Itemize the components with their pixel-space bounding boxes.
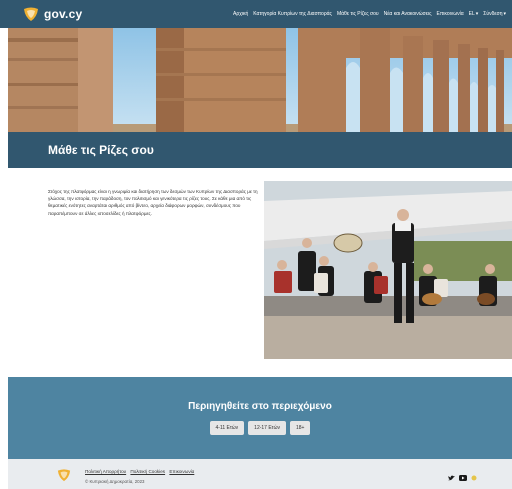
page-title: Μάθε τις Ρίζες σου (48, 143, 154, 157)
footer-link-privacy[interactable]: Πολιτική Απορρήτου (85, 469, 126, 474)
footer-link-cookies[interactable]: Πολιτική Cookies (130, 469, 165, 474)
site-footer: Πολιτική Απορρήτου Πολιτική Cookies Επικ… (8, 459, 512, 489)
folk-dance-photo (264, 181, 512, 359)
explore-heading: Περιηγηθείτε στο περιεχόμενο (188, 401, 332, 412)
page-title-band: Μάθε τις Ρίζες σου (8, 132, 512, 168)
site-logo-link[interactable]: gov.cy (22, 6, 82, 22)
cyprus-emblem-icon (57, 469, 71, 482)
chevron-down-icon: ▾ (503, 11, 506, 17)
language-selector[interactable]: EL▾ (469, 11, 479, 17)
login-link[interactable]: Σύνδεση▾ (483, 11, 506, 17)
explore-content-section: Περιηγηθείτε στο περιεχόμενο 4-11 Ετών 1… (8, 377, 512, 459)
footer-links: Πολιτική Απορρήτου Πολιτική Cookies Επικ… (85, 469, 197, 474)
chevron-down-icon: ▾ (475, 11, 479, 17)
login-label: Σύνδεση (483, 11, 503, 17)
footer-link-contact[interactable]: Επικοινωνία (169, 469, 194, 474)
cyprus-emblem-icon (24, 7, 38, 21)
age-18-plus-button[interactable]: 18+ (290, 421, 311, 435)
brand-name: gov.cy (44, 7, 83, 21)
nav-item-news[interactable]: Νέα και Ανακοινώσεις (384, 11, 432, 17)
social-links (448, 468, 481, 486)
age-group-buttons: 4-11 Ετών 12-17 Ετών 18+ (8, 421, 512, 435)
main-menu: Αρχική Κατηγορία Κυπρίων της Διασποράς Μ… (228, 11, 506, 17)
copyright-text: © Κυπριακή Δημοκρατία, 2023 (85, 479, 145, 484)
language-label: EL (468, 11, 475, 17)
youtube-icon[interactable] (459, 468, 467, 486)
other-icon[interactable] (471, 468, 477, 486)
top-navigation-bar: gov.cy Αρχική Κατηγορία Κυπρίων της Διασ… (0, 0, 512, 28)
nav-item-learn-your-roots[interactable]: Μάθε τις Ρίζες σου (337, 11, 379, 17)
twitter-icon[interactable] (448, 468, 455, 486)
hero-banner-image (8, 28, 512, 132)
intro-paragraph: Στόχος της πλατφόρμας είναι η γνωριμία κ… (48, 189, 258, 216)
age-4-11-button[interactable]: 4-11 Ετών (209, 421, 245, 435)
nav-item-home[interactable]: Αρχική (233, 11, 248, 17)
nav-item-contact[interactable]: Επικοινωνία (436, 11, 463, 17)
age-12-17-button[interactable]: 12-17 Ετών (248, 421, 286, 435)
nav-item-diaspora-category[interactable]: Κατηγορία Κυπρίων της Διασποράς (253, 11, 332, 17)
